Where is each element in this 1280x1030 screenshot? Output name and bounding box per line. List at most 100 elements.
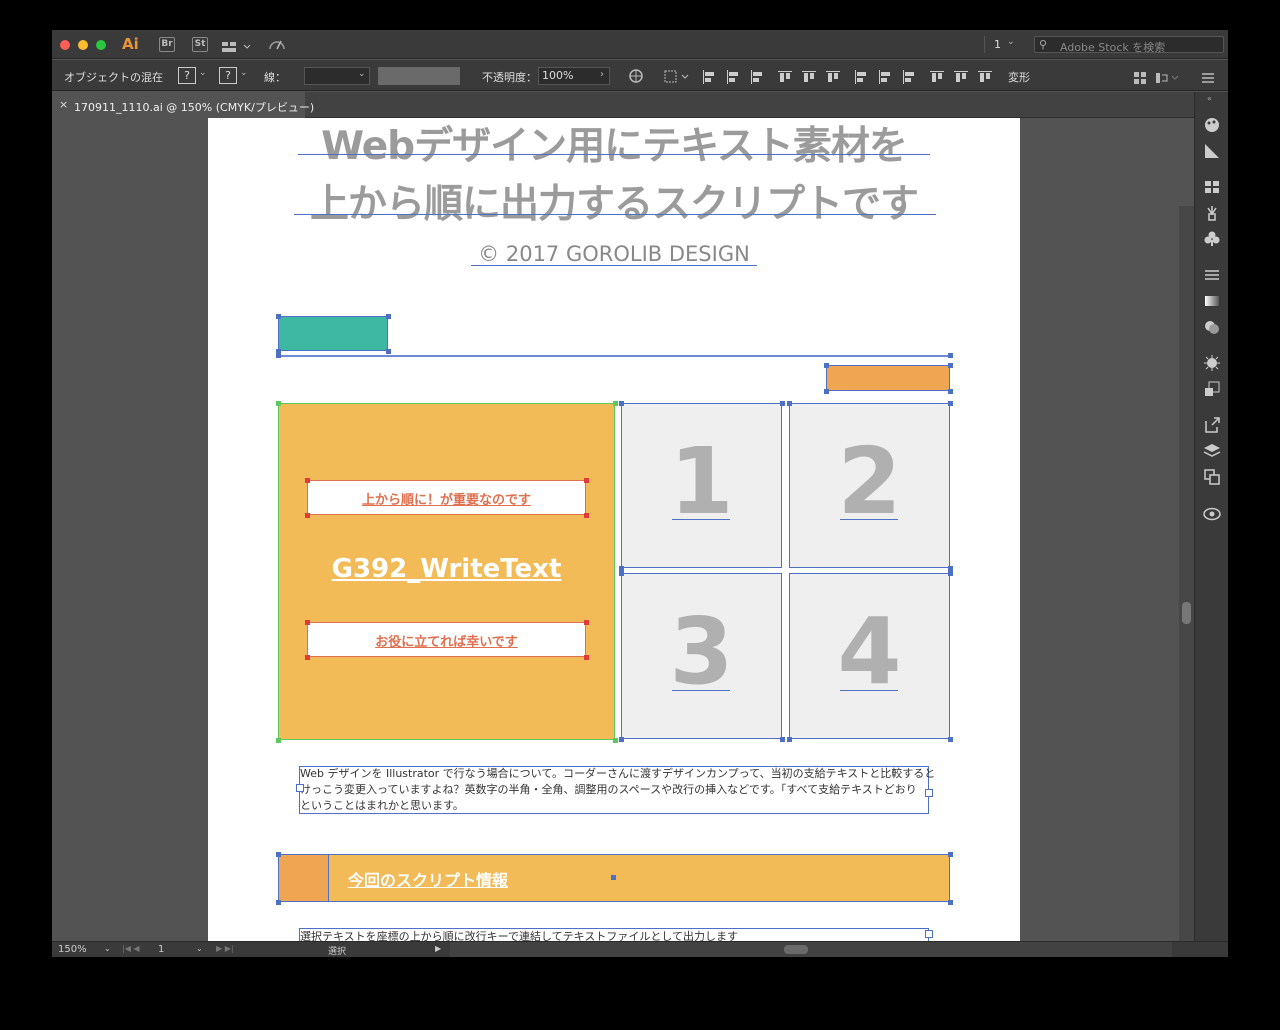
distribute-center-v-icon[interactable] bbox=[878, 69, 891, 84]
artboards-icon[interactable] bbox=[1203, 468, 1221, 486]
gpu-performance-icon[interactable] bbox=[268, 37, 288, 56]
chevron-down-icon[interactable]: ⌄ bbox=[240, 68, 248, 78]
swatches-icon[interactable] bbox=[1203, 178, 1221, 196]
scroll-thumb[interactable] bbox=[784, 945, 808, 954]
chevron-right-icon[interactable]: › bbox=[600, 69, 604, 80]
search-icon: ⚲ bbox=[1039, 38, 1048, 51]
isolate-icon[interactable] bbox=[1134, 69, 1146, 88]
panel-menu-icon[interactable] bbox=[1202, 69, 1214, 88]
distribute-center-h-icon[interactable] bbox=[954, 69, 968, 82]
text-baseline bbox=[840, 690, 898, 691]
text-baseline bbox=[294, 214, 936, 215]
layers-icon[interactable] bbox=[1203, 442, 1221, 460]
stroke-panel-icon[interactable] bbox=[1203, 266, 1221, 284]
color-panel-icon[interactable] bbox=[1203, 116, 1221, 134]
fill-color-swatch[interactable]: ? bbox=[178, 67, 196, 84]
tile-number-3[interactable]: 3 bbox=[621, 598, 782, 705]
stock-search-input[interactable]: ⚲ Adobe Stock を検索 bbox=[1034, 36, 1224, 54]
out-port-handle[interactable] bbox=[925, 930, 933, 938]
stroke-color-swatch[interactable]: ? bbox=[219, 67, 237, 84]
out-port-handle[interactable] bbox=[925, 789, 933, 797]
heading-line-1[interactable]: Webデザイン用にテキスト素材を bbox=[208, 118, 1020, 171]
align-right-icon[interactable] bbox=[750, 69, 763, 84]
distribute-left-icon[interactable] bbox=[930, 69, 944, 82]
orange-nav-block[interactable] bbox=[826, 365, 950, 391]
separator bbox=[984, 36, 985, 53]
heading-line-2[interactable]: 上から順に出力するスクリプトです bbox=[208, 173, 1020, 229]
align-to-selection-icon[interactable] bbox=[664, 69, 690, 88]
body-text-line-3[interactable]: ということはまれかと思います。 bbox=[300, 798, 464, 814]
copyright-text[interactable]: © 2017 GOROLIB DESIGN bbox=[208, 242, 1020, 266]
section-description[interactable]: 選択テキストを座標の上から順に改行キーで連結してテキストファイルとして出力します bbox=[300, 928, 738, 941]
align-center-v-icon[interactable] bbox=[802, 69, 816, 82]
body-text-line-1[interactable]: Web デザインを Illustrator で行なう場合について。コーダーさんに… bbox=[300, 766, 935, 782]
first-artboard-icon[interactable]: |◀ ◀ bbox=[122, 944, 140, 953]
chevron-down-icon[interactable]: ⌄ bbox=[199, 68, 207, 78]
chevron-down-icon[interactable]: ⌄ bbox=[196, 944, 203, 953]
in-port-handle[interactable] bbox=[296, 784, 304, 792]
bridge-button[interactable]: Br bbox=[159, 37, 175, 52]
distribute-right-icon[interactable] bbox=[978, 69, 992, 82]
variable-width-profile[interactable] bbox=[378, 67, 460, 85]
distribute-bottom-icon[interactable] bbox=[902, 69, 915, 84]
brushes-icon[interactable] bbox=[1203, 204, 1221, 222]
hero-title[interactable]: G392_WriteText bbox=[278, 554, 615, 584]
page-select[interactable]: 1 bbox=[994, 38, 1001, 51]
teal-logo-block[interactable] bbox=[278, 316, 388, 351]
appearance-icon[interactable] bbox=[1203, 354, 1221, 372]
body-text-line-2[interactable]: けっこう変更入っていますよね？英数字の半角・全角、調整用のスペースや改行の挿入な… bbox=[300, 782, 917, 798]
text-baseline bbox=[840, 519, 898, 520]
tile-number-4[interactable]: 4 bbox=[789, 598, 950, 705]
search-placeholder: Adobe Stock を検索 bbox=[1060, 41, 1166, 54]
artboard-number[interactable]: 1 bbox=[158, 944, 164, 955]
canvas-area[interactable]: Webデザイン用にテキスト素材を 上から順に出力するスクリプトです © 2017… bbox=[52, 118, 1194, 941]
align-left-icon[interactable] bbox=[702, 69, 715, 84]
chevron-down-icon[interactable]: ⌄ bbox=[358, 69, 366, 79]
graphic-styles-icon[interactable] bbox=[1203, 380, 1221, 398]
recolor-artwork-icon[interactable] bbox=[628, 68, 644, 88]
stock-button[interactable]: St bbox=[192, 37, 208, 52]
header-divider-line[interactable] bbox=[276, 355, 950, 357]
close-tab-icon[interactable]: × bbox=[59, 98, 68, 111]
zoom-level[interactable]: 150% bbox=[58, 944, 87, 955]
status-menu-icon[interactable]: ▶ bbox=[435, 944, 441, 953]
gradient-icon[interactable] bbox=[1203, 292, 1221, 310]
select-similar-icon[interactable] bbox=[1156, 69, 1180, 88]
status-mode[interactable]: 選択 bbox=[328, 944, 346, 957]
scroll-thumb[interactable] bbox=[1182, 602, 1191, 624]
tab-document[interactable]: × 170911_1110.ai @ 150% (CMYK/プレビュー) bbox=[52, 92, 314, 118]
horizontal-scrollbar[interactable] bbox=[450, 942, 1172, 957]
chevron-down-icon[interactable]: ⌄ bbox=[104, 944, 111, 953]
zoom-window-button[interactable] bbox=[96, 40, 106, 50]
symbols-icon[interactable] bbox=[1203, 230, 1221, 248]
distribute-top-icon[interactable] bbox=[854, 69, 867, 84]
transform-link[interactable]: 変形 bbox=[1008, 69, 1030, 85]
section-title[interactable]: 今回のスクリプト情報 bbox=[348, 867, 508, 891]
section-bar-accent[interactable] bbox=[279, 855, 329, 901]
stroke-label: 線： bbox=[264, 71, 286, 84]
text-baseline bbox=[471, 265, 757, 266]
text-baseline bbox=[298, 154, 930, 155]
hero-caption-top[interactable]: 上から順に！が重要なのです bbox=[307, 489, 586, 508]
color-guide-icon[interactable] bbox=[1203, 142, 1221, 160]
export-icon[interactable] bbox=[1203, 416, 1221, 434]
illustrator-logo-icon: Ai bbox=[122, 35, 139, 53]
minimize-window-button[interactable] bbox=[78, 40, 88, 50]
creative-cloud-libraries-icon[interactable] bbox=[1203, 504, 1221, 522]
collapse-dock-icon[interactable]: « bbox=[1207, 94, 1212, 103]
align-center-h-icon[interactable] bbox=[726, 69, 739, 84]
chevron-down-icon[interactable]: ⌄ bbox=[1007, 37, 1015, 47]
close-window-button[interactable] bbox=[60, 40, 70, 50]
transparency-icon[interactable] bbox=[1203, 318, 1221, 336]
illustrator-window: Ai Br St 1 ⌄ ⚲ Adobe Stock を検索 オブジェクトの混在… bbox=[52, 30, 1228, 957]
align-top-icon[interactable] bbox=[778, 69, 792, 82]
status-bar: 150% ⌄ |◀ ◀ 1 ⌄ ▶ ▶| 選択 ▶ bbox=[52, 941, 1228, 957]
control-bar: オブジェクトの混在 ? ⌄ ? ⌄ 線： ⌄ 不透明度： 100% › 変形 bbox=[52, 60, 1228, 91]
hero-caption-bottom[interactable]: お役に立てれば幸いです bbox=[307, 631, 586, 650]
align-bottom-icon[interactable] bbox=[826, 69, 840, 82]
last-artboard-icon[interactable]: ▶ ▶| bbox=[216, 944, 234, 953]
vertical-scrollbar[interactable] bbox=[1179, 206, 1194, 941]
artboard[interactable]: Webデザイン用にテキスト素材を 上から順に出力するスクリプトです © 2017… bbox=[208, 118, 1020, 941]
opacity-label: 不透明度： bbox=[482, 71, 537, 84]
workspace-layout-icon[interactable] bbox=[222, 38, 252, 57]
